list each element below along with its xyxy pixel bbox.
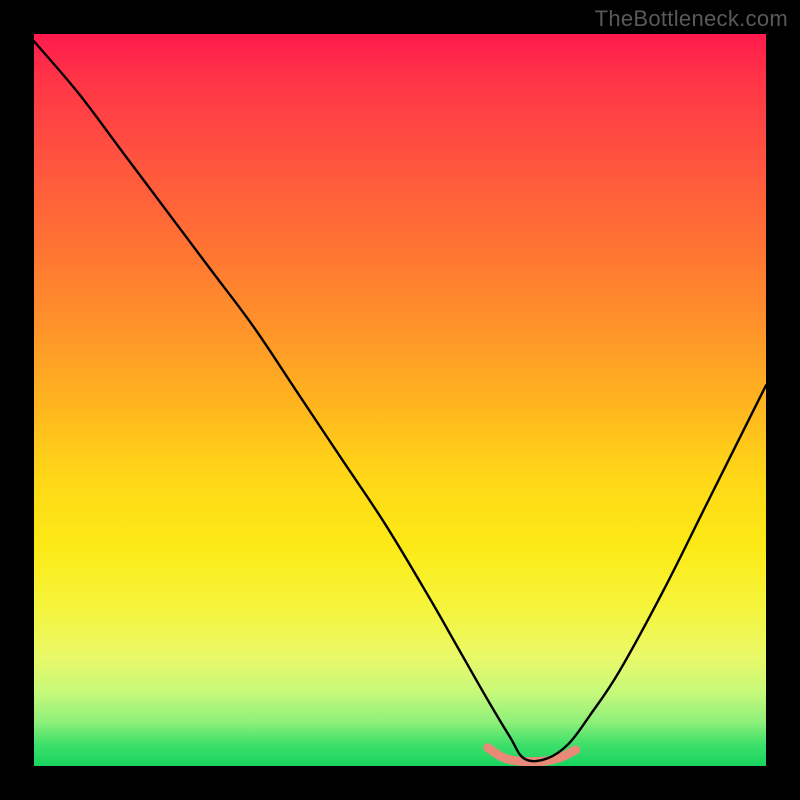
watermark-text: TheBottleneck.com	[595, 6, 788, 32]
plot-area	[34, 34, 766, 766]
chart-stage: TheBottleneck.com	[0, 0, 800, 800]
curve-layer	[34, 34, 766, 766]
curve-main-path	[34, 41, 766, 761]
